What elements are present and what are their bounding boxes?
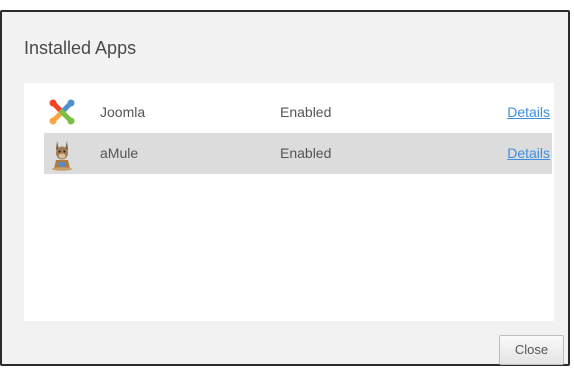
apps-list-panel: Joomla Enabled Details aMule Enabled Det… bbox=[24, 83, 554, 321]
close-button[interactable]: Close bbox=[499, 335, 564, 365]
app-name: aMule bbox=[100, 145, 139, 161]
joomla-logo-icon bbox=[48, 98, 76, 126]
app-row-joomla[interactable]: Joomla Enabled Details bbox=[44, 92, 552, 133]
app-details-link[interactable]: Details bbox=[507, 145, 550, 161]
app-status: Enabled bbox=[280, 145, 332, 161]
app-name: Joomla bbox=[100, 104, 146, 120]
app-status: Enabled bbox=[280, 104, 332, 120]
installed-apps-dialog: Installed Apps Joomla Enabled Details aM… bbox=[0, 10, 570, 366]
dialog-title: Installed Apps bbox=[24, 38, 137, 58]
app-row-amule[interactable]: aMule Enabled Details bbox=[44, 133, 552, 174]
amule-mule-icon bbox=[48, 139, 76, 171]
app-details-link[interactable]: Details bbox=[507, 104, 550, 120]
